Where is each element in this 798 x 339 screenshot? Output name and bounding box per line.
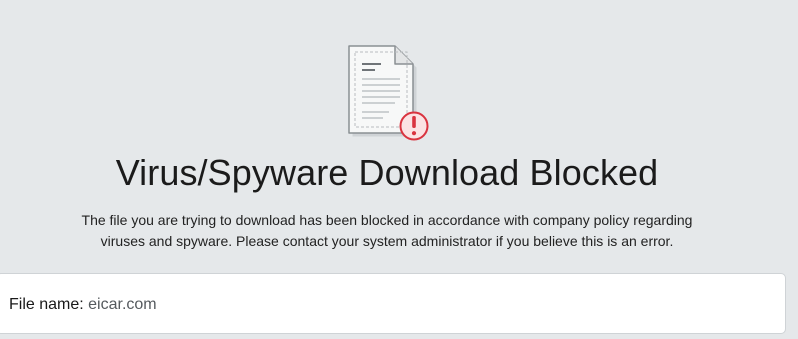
exclamation-alert-icon (399, 111, 429, 141)
block-message-line-1: The file you are trying to download has … (81, 212, 693, 228)
file-name-row: File name: eicar.com (9, 296, 157, 314)
block-message: The file you are trying to download has … (40, 210, 734, 252)
block-page: Virus/Spyware Download Blocked The file … (0, 0, 798, 339)
file-name-value: eicar.com (88, 296, 157, 313)
blocked-document-icon (348, 45, 429, 141)
file-info-card: File name: eicar.com (0, 273, 786, 334)
block-message-line-2: viruses and spyware. Please contact your… (100, 233, 674, 249)
file-name-label: File name: (9, 296, 84, 313)
page-title: Virus/Spyware Download Blocked (115, 152, 659, 193)
